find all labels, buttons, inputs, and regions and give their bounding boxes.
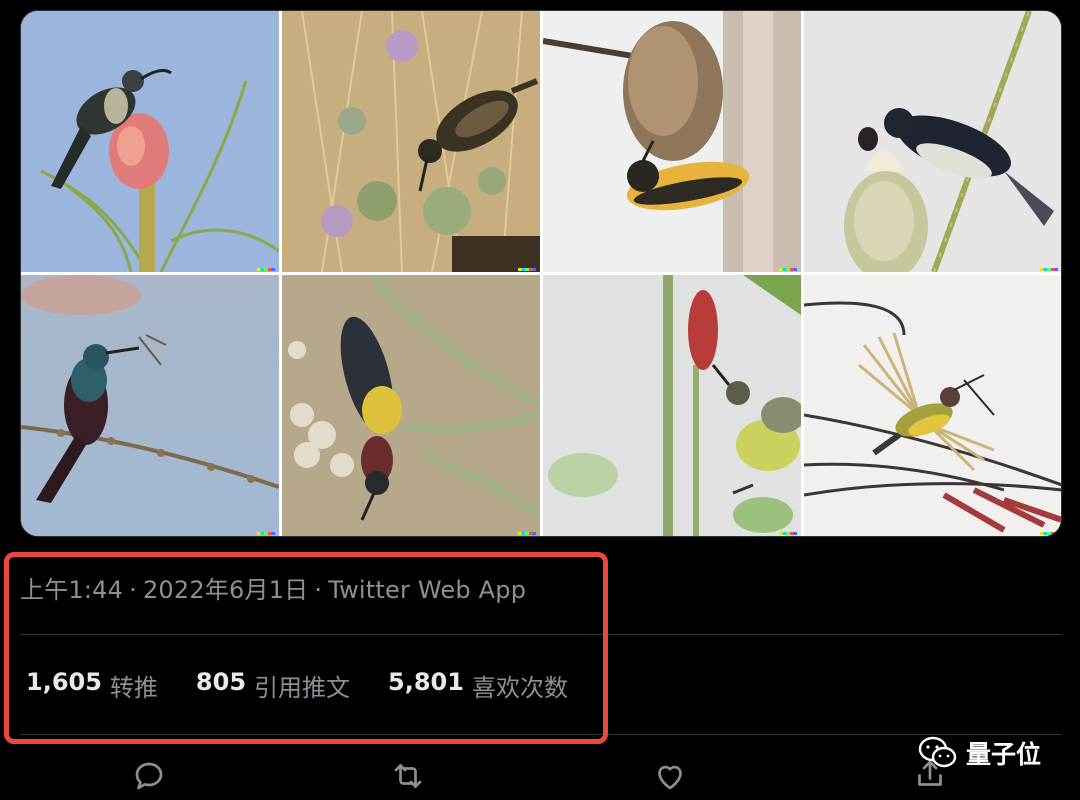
tweet-stats: 1,605 转推 805 引用推文 5,801 喜欢次数 bbox=[26, 668, 568, 703]
retweets-count: 1,605 bbox=[26, 668, 102, 696]
like-button[interactable] bbox=[652, 758, 692, 798]
tweet-image-4[interactable] bbox=[804, 11, 1061, 272]
tweet-image-3[interactable] bbox=[543, 11, 801, 272]
tweet-image-8[interactable] bbox=[804, 275, 1061, 536]
watermark: 量子位 bbox=[918, 735, 1041, 771]
likes-count: 5,801 bbox=[388, 668, 464, 696]
quote-tweets-stat[interactable]: 805 引用推文 bbox=[196, 668, 350, 703]
tweet-timestamp-line: 上午1:44 · 2022年6月1日 · Twitter Web App bbox=[20, 570, 526, 605]
tweet-image-2[interactable] bbox=[282, 11, 540, 272]
meta-separator: · bbox=[129, 576, 137, 604]
retweet-icon bbox=[394, 764, 422, 788]
tweet-time[interactable]: 上午1:44 bbox=[20, 576, 123, 604]
retweet-button[interactable] bbox=[390, 758, 430, 798]
tweet-image-grid bbox=[20, 10, 1062, 537]
divider bbox=[20, 734, 1062, 735]
tweet-image-1[interactable] bbox=[21, 11, 279, 272]
watermark-text: 量子位 bbox=[966, 740, 1042, 769]
retweets-stat[interactable]: 1,605 转推 bbox=[26, 668, 158, 703]
tweet-image-5[interactable] bbox=[21, 275, 279, 536]
retweets-label: 转推 bbox=[109, 674, 158, 702]
wechat-icon bbox=[918, 736, 957, 768]
likes-stat[interactable]: 5,801 喜欢次数 bbox=[388, 668, 568, 703]
likes-label: 喜欢次数 bbox=[471, 674, 568, 702]
tweet-image-7[interactable] bbox=[543, 275, 801, 536]
tweet-source-app[interactable]: Twitter Web App bbox=[328, 576, 526, 604]
tweet-image-6[interactable] bbox=[282, 275, 540, 536]
quote-tweets-label: 引用推文 bbox=[254, 674, 351, 702]
meta-separator: · bbox=[314, 576, 323, 604]
tweet-date[interactable]: 2022年6月1日 bbox=[143, 576, 308, 604]
quote-tweets-count: 805 bbox=[195, 668, 247, 696]
reply-icon bbox=[135, 762, 163, 790]
like-icon bbox=[658, 765, 682, 790]
divider bbox=[20, 634, 1062, 635]
reply-button[interactable] bbox=[131, 758, 171, 798]
